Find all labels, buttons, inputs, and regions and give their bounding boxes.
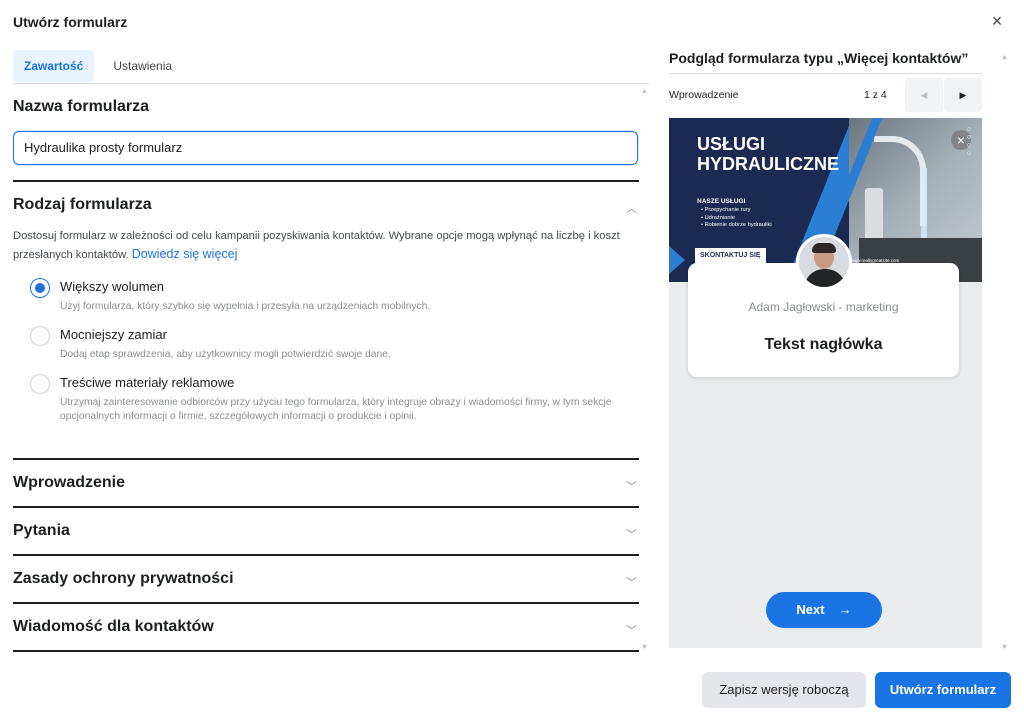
banner-services-title: NASZE USŁUGI: [697, 198, 746, 205]
banner-cta: SKONTAKTUJ SIĘ: [695, 248, 766, 264]
scroll-up-icon[interactable]: ▲: [1001, 54, 1008, 61]
chevron-down-icon[interactable]: ﹀: [626, 574, 637, 590]
close-icon[interactable]: ×: [986, 10, 1008, 32]
banner-services-list: • Przepychanie rury • Udrażnianie • Robi…: [701, 207, 772, 230]
next-label: Next: [796, 602, 825, 617]
scroll-down-icon[interactable]: ▼: [1001, 644, 1008, 651]
chevron-right-icon: ▶: [959, 90, 967, 100]
radio-description: Utrzymaj zainteresowanie odbiorców przy …: [60, 397, 612, 422]
section-title: Wiadomość dla kontaktów: [13, 618, 214, 635]
section-title: Wprowadzenie: [13, 474, 126, 491]
chevron-left-icon: ◀: [920, 90, 928, 100]
section-intro[interactable]: Wprowadzenie ﹀: [13, 474, 639, 496]
section-divider: [13, 180, 639, 182]
scroll-down-icon[interactable]: ▼: [641, 644, 648, 651]
section-divider: [13, 650, 639, 652]
section-title: Pytania: [13, 522, 70, 539]
section-divider: [13, 458, 639, 460]
preview-divider: [669, 73, 982, 74]
dialog-title: Utwórz formularz: [13, 14, 128, 30]
banner-headline-line: USŁUGI: [697, 134, 766, 154]
section-message[interactable]: Wiadomość dla kontaktów ﹀: [13, 618, 639, 640]
banner-headline: USŁUGI HYDRAULICZNE: [697, 134, 839, 174]
left-scrollbar[interactable]: ▲ ▼: [640, 84, 650, 656]
banner-headline-line: HYDRAULICZNE: [697, 154, 839, 174]
tab-settings[interactable]: Ustawienia: [102, 50, 183, 82]
card-heading: Tekst nagłówka: [764, 336, 883, 353]
radio-label: Większy wolumen: [60, 279, 165, 294]
radio-description: Dodaj etap sprawdzenia, aby użytkownicy …: [60, 349, 391, 360]
banner-triangle: [669, 246, 685, 274]
chevron-up-icon[interactable]: ︿: [626, 200, 637, 216]
section-privacy[interactable]: Zasady ochrony prywatności ﹀: [13, 570, 639, 592]
form-type-description: Dostosuj formularz w zależności od celu …: [13, 227, 629, 264]
learn-more-link[interactable]: Dowiedz się więcej: [132, 247, 238, 261]
form-name-title: Nazwa formularza: [13, 98, 150, 115]
preview-title: Podgląd formularza typu „Więcej kontaktó…: [669, 50, 969, 66]
banner-service-item: • Robienie dobrze hydrauliki: [701, 222, 772, 228]
form-type-description-text: Dostosuj formularz w zależności od celu …: [13, 230, 620, 261]
preview-step-label: Wprowadzenie: [669, 89, 739, 101]
avatar: [796, 234, 852, 290]
form-type-header[interactable]: Rodzaj formularza ︿: [13, 196, 639, 218]
preview-next-cta[interactable]: Next →: [766, 592, 882, 628]
section-divider: [13, 506, 639, 508]
chevron-down-icon[interactable]: ﹀: [626, 526, 637, 542]
chevron-down-icon[interactable]: ﹀: [626, 622, 637, 638]
section-questions[interactable]: Pytania ﹀: [13, 522, 639, 544]
form-editor-panel: Nazwa formularza Hydraulika prosty formu…: [13, 84, 639, 656]
banner-service-item: • Udrażnianie: [701, 214, 735, 221]
page-name: Adam Jagłowski - marketing: [748, 300, 899, 314]
save-draft-button[interactable]: Zapisz wersję roboczą: [702, 672, 866, 708]
arrow-right-icon: →: [838, 602, 852, 617]
water-shape: [921, 168, 927, 238]
form-type-title: Rodzaj formularza: [13, 196, 152, 213]
section-divider: [13, 602, 639, 604]
tab-content[interactable]: Zawartość: [13, 50, 95, 82]
faucet-shape: [874, 136, 926, 226]
dots-icon: oooo: [967, 126, 971, 157]
right-scrollbar[interactable]: ▲ ▼: [1000, 50, 1010, 656]
radio-button[interactable]: [30, 278, 50, 298]
radio-button[interactable]: [30, 326, 50, 346]
section-divider: [13, 554, 639, 556]
create-form-button[interactable]: Utwórz formularz: [875, 672, 1011, 708]
form-name-input[interactable]: Hydraulika prosty formularz: [13, 131, 638, 165]
radio-description: Użyj formularza, który szybko się wypełn…: [60, 301, 431, 312]
radio-label: Treściwe materiały reklamowe: [60, 375, 235, 390]
chevron-down-icon[interactable]: ﹀: [626, 478, 637, 494]
banner-service-item: • Przepychanie rury: [701, 207, 751, 213]
tab-bar: Zawartość Ustawienia: [13, 50, 183, 82]
radio-button[interactable]: [30, 374, 50, 394]
preview-phone: USŁUGI HYDRAULICZNE NASZE USŁUGI • Przep…: [669, 118, 982, 648]
section-title: Zasady ochrony prywatności: [13, 570, 234, 587]
preview-nav: Wprowadzenie 1 z 4 ◀ ▶: [669, 78, 982, 112]
radio-label: Mocniejszy zamiar: [60, 327, 167, 342]
preview-next-button[interactable]: ▶: [944, 78, 982, 112]
preview-prev-button[interactable]: ◀: [905, 78, 943, 112]
scroll-up-icon[interactable]: ▲: [641, 88, 648, 95]
preview-step-count: 1 z 4: [864, 89, 887, 101]
